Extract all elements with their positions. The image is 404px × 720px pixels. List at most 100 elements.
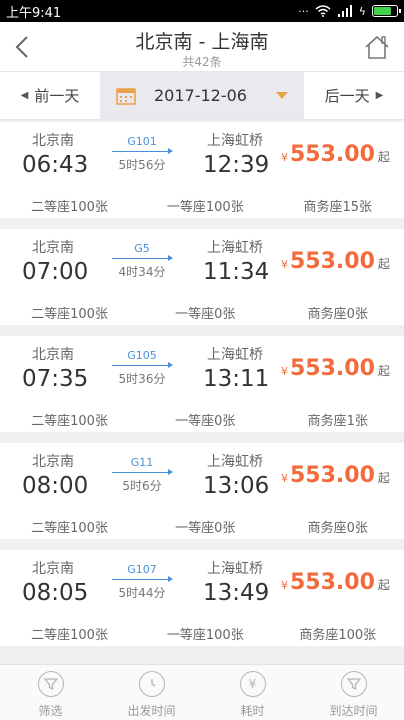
price: ¥ 553.00 起 <box>281 249 390 274</box>
status-time: 上午9:41 <box>6 5 62 21</box>
home-icon[interactable] <box>364 34 390 60</box>
tab-filter[interactable]: 筛选 <box>0 665 101 720</box>
route-arrow-icon <box>112 576 173 582</box>
duration: 5时56分 <box>118 158 166 172</box>
route-arrow-icon <box>112 362 173 368</box>
route-arrow-icon <box>112 148 173 154</box>
train-number: G5 <box>134 242 150 255</box>
arrival-station: 上海虹桥 <box>207 133 263 149</box>
triangle-right-icon: ▶ <box>375 90 384 101</box>
first-class-seats: 一等座0张 <box>175 414 236 429</box>
train-card[interactable]: 北京南 08:00 G11 5时6分 上海虹桥 13:06 ¥ 553.00 起… <box>0 443 404 539</box>
duration: 4时34分 <box>118 265 166 279</box>
prev-day-label: 前一天 <box>34 87 80 105</box>
price-suffix: 起 <box>377 471 390 485</box>
arrival-time: 11:34 <box>203 259 270 285</box>
business-class-seats: 商务座100张 <box>299 628 377 643</box>
price: ¥ 553.00 起 <box>281 570 390 595</box>
page-title: 北京南 - 上海南 <box>135 31 269 53</box>
arrival-time: 13:49 <box>203 580 270 606</box>
first-class-seats: 一等座100张 <box>166 628 244 643</box>
arrival-time: 13:11 <box>203 366 270 392</box>
route-arrow-icon <box>112 255 173 261</box>
battery-icon <box>372 5 401 17</box>
result-count: 共42条 <box>182 55 222 69</box>
train-card[interactable]: 北京南 08:05 G107 5时44分 上海虹桥 13:49 ¥ 553.00… <box>0 550 404 646</box>
price-amount: 553.00 <box>290 570 375 595</box>
departure-time: 06:43 <box>22 152 89 178</box>
duration: 5时6分 <box>122 479 162 493</box>
departure-station: 北京南 <box>32 133 74 149</box>
arrival-station: 上海虹桥 <box>207 454 263 470</box>
departure-station: 北京南 <box>32 240 74 256</box>
departure-time: 07:00 <box>22 259 89 285</box>
train-card[interactable]: 北京南 06:43 G101 5时56分 上海虹桥 12:39 ¥ 553.00… <box>0 122 404 218</box>
price-suffix: 起 <box>377 364 390 378</box>
train-card[interactable]: 北京南 07:00 G5 4时34分 上海虹桥 11:34 ¥ 553.00 起… <box>0 229 404 325</box>
currency-symbol: ¥ <box>281 365 288 378</box>
wifi-icon <box>315 5 331 17</box>
seat-availability: 二等座100张 一等座100张 商务座15张 <box>0 196 404 215</box>
departure-time: 07:35 <box>22 366 89 392</box>
price-amount: 553.00 <box>290 356 375 381</box>
business-class-seats: 商务座0张 <box>307 521 368 536</box>
second-class-seats: 二等座100张 <box>31 628 108 643</box>
currency-symbol: ¥ <box>281 151 288 164</box>
first-class-seats: 一等座0张 <box>175 307 236 322</box>
tab-arrival-time[interactable]: 到达时间 <box>303 665 404 720</box>
status-icons: ··· ϟ <box>298 4 401 18</box>
selected-date: 2017-12-06 <box>154 86 247 105</box>
train-number: G101 <box>127 135 157 148</box>
price-suffix: 起 <box>377 150 390 164</box>
arrival-station: 上海虹桥 <box>207 347 263 363</box>
tab-duration[interactable]: ¥ 耗时 <box>202 665 303 720</box>
train-card[interactable]: 北京南 07:35 G105 5时36分 上海虹桥 13:11 ¥ 553.00… <box>0 336 404 432</box>
calendar-icon <box>116 87 136 105</box>
train-number: G105 <box>127 349 157 362</box>
currency-symbol: ¥ <box>281 579 288 592</box>
price-amount: 553.00 <box>290 463 375 488</box>
route-arrow-icon <box>112 469 173 475</box>
price: ¥ 553.00 起 <box>281 463 390 488</box>
prev-day-button[interactable]: ◀ 前一天 <box>0 72 100 119</box>
departure-time: 08:00 <box>22 473 89 499</box>
price-suffix: 起 <box>377 578 390 592</box>
second-class-seats: 二等座100张 <box>31 521 108 536</box>
arrival-station: 上海虹桥 <box>207 561 263 577</box>
departure-station: 北京南 <box>32 347 74 363</box>
seat-availability: 二等座100张 一等座0张 商务座0张 <box>0 517 404 536</box>
more-icon: ··· <box>298 4 309 18</box>
train-number: G107 <box>127 563 157 576</box>
price-amount: 553.00 <box>290 142 375 167</box>
filter-icon <box>37 671 64 697</box>
tab-duration-label: 耗时 <box>240 704 265 718</box>
price: ¥ 553.00 起 <box>281 356 390 381</box>
seat-availability: 二等座100张 一等座0张 商务座1张 <box>0 410 404 429</box>
tab-arrival-time-label: 到达时间 <box>329 704 378 718</box>
price-suffix: 起 <box>377 257 390 271</box>
date-picker[interactable]: 2017-12-06 <box>100 72 304 119</box>
bottom-tab-bar: 筛选 出发时间 ¥ 耗时 到达时间 <box>0 664 404 720</box>
second-class-seats: 二等座100张 <box>31 414 108 429</box>
second-class-seats: 二等座100张 <box>31 307 108 322</box>
price: ¥ 553.00 起 <box>281 142 390 167</box>
business-class-seats: 商务座0张 <box>307 307 368 322</box>
departure-station: 北京南 <box>32 454 74 470</box>
seat-availability: 二等座100张 一等座100张 商务座100张 <box>0 624 404 643</box>
header: 北京南 - 上海南 共42条 <box>0 22 404 72</box>
departure-time: 08:05 <box>22 580 89 606</box>
train-number: G11 <box>130 456 154 469</box>
filter-icon <box>340 671 367 697</box>
arrival-station: 上海虹桥 <box>207 240 263 256</box>
first-class-seats: 一等座0张 <box>175 521 236 536</box>
tab-departure-time[interactable]: 出发时间 <box>101 665 202 720</box>
date-bar: ◀ 前一天 2017-12-06 后一天 ▶ <box>0 72 404 120</box>
business-class-seats: 商务座1张 <box>307 414 368 429</box>
business-class-seats: 商务座15张 <box>303 200 373 215</box>
signal-icon <box>337 5 352 17</box>
tab-filter-label: 筛选 <box>38 704 63 718</box>
next-day-button[interactable]: 后一天 ▶ <box>304 72 404 119</box>
triangle-left-icon: ◀ <box>20 90 29 101</box>
seat-availability: 二等座100张 一等座0张 商务座0张 <box>0 303 404 322</box>
yen-icon: ¥ <box>239 671 266 697</box>
